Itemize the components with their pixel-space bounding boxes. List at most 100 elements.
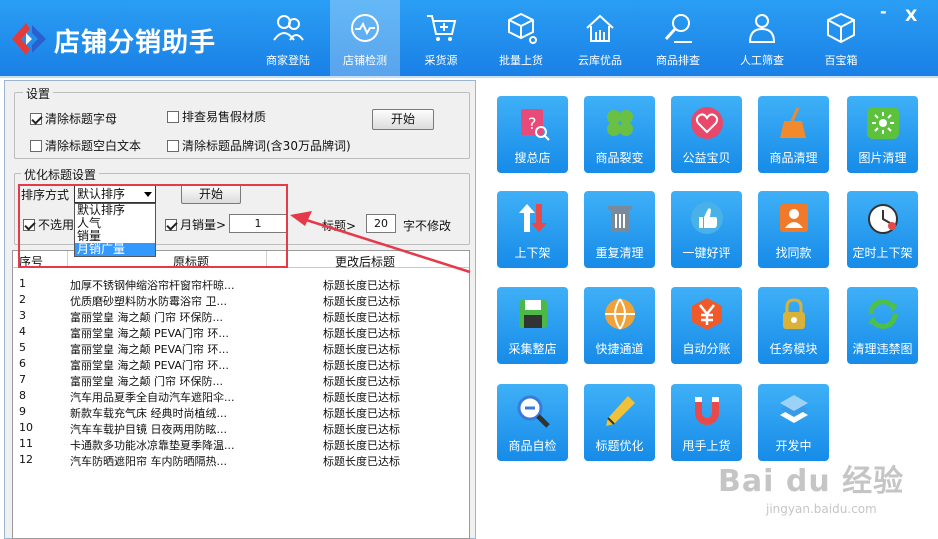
top-bar: 店铺分销助手 商家登陆 店铺检测 采货源 批量上货 云库优品 商品排查 人工筛查… xyxy=(0,0,938,76)
tile-label: 上下架 xyxy=(514,246,551,260)
users-icon xyxy=(273,15,304,41)
lock-icon xyxy=(782,298,805,329)
trash-icon xyxy=(607,206,632,232)
tile-clock[interactable]: 定时上下架 xyxy=(847,191,918,268)
checked-box-icon xyxy=(30,113,42,125)
box-icon xyxy=(827,12,855,44)
close-button[interactable]: X xyxy=(905,6,917,25)
nav-cloud-products[interactable]: 云库优品 xyxy=(565,0,635,76)
unchecked-box-icon xyxy=(167,140,179,152)
broom-icon xyxy=(779,107,806,138)
nav-manual-screening[interactable]: 人工筛查 xyxy=(727,0,797,76)
clover-icon xyxy=(606,110,633,136)
cube-network-icon xyxy=(508,12,537,44)
tile-label: 找同款 xyxy=(775,246,812,260)
remove-title-chars-checkbox[interactable]: 清除标题字母 xyxy=(30,110,117,127)
pencil-icon xyxy=(605,396,635,426)
monitor-check-icon xyxy=(351,14,379,42)
title-table: 序号 原标题 更改后标题 1 加厚不锈钢伸缩浴帘杆窗帘杆晾... 标题长度已达标 2… xyxy=(12,250,470,539)
table-row[interactable]: 8 汽车用品夏季全自动汽车遮阳伞... 标题长度已达标 xyxy=(13,388,469,404)
table-row[interactable]: 3 富丽堂皇 海之颠 门帘 环保防... 标题长度已达标 xyxy=(13,308,469,324)
table-row[interactable]: 4 富丽堂皇 海之颠 PEVA门帘 环... 标题长度已达标 xyxy=(13,324,469,340)
tile-clover[interactable]: 商品裂变 xyxy=(584,96,655,173)
table-row[interactable]: 11 卡通款多功能冰凉靠垫夏季降温... 标题长度已达标 xyxy=(13,436,469,452)
toolbar-divider xyxy=(0,76,938,78)
tile-label: 重复清理 xyxy=(595,246,644,260)
tile-trash[interactable]: 重复清理 xyxy=(584,191,655,268)
tile-label: 快捷通道 xyxy=(595,342,644,356)
table-row[interactable]: 5 富丽堂皇 海之颠 PEVA门帘 环... 标题长度已达标 xyxy=(13,340,469,356)
tile-yen[interactable]: 自动分账 xyxy=(671,287,742,364)
minimize-button[interactable]: - xyxy=(880,2,887,21)
check-fake-material-checkbox[interactable]: 排查易售假材质 xyxy=(167,108,266,125)
tile-lock[interactable]: 任务模块 xyxy=(758,287,829,364)
settings-legend: 设置 xyxy=(23,85,54,102)
tile-label: 自动分账 xyxy=(682,342,731,356)
tile-broom[interactable]: 商品清理 xyxy=(758,96,829,173)
tile-heart[interactable]: 公益宝贝 xyxy=(671,96,742,173)
magnet-icon xyxy=(694,397,719,425)
sparkle-icon xyxy=(866,107,899,139)
tile-thumbs-up[interactable]: 一键好评 xyxy=(671,191,742,268)
tile-search-store[interactable]: ? 搜总店 xyxy=(497,96,568,173)
table-row[interactable]: 12 汽车防晒遮阳帘 车内防晒隔热... 标题长度已达标 xyxy=(13,452,469,468)
tile-label: 标题优化 xyxy=(595,439,644,453)
nav-merchant-login[interactable]: 商家登陆 xyxy=(253,0,323,76)
yen-icon xyxy=(691,298,722,330)
tile-magnet[interactable]: 甩手上货 xyxy=(671,384,742,461)
optimize-legend: 优化标题设置 xyxy=(21,166,100,183)
annotation-highlight-box xyxy=(18,184,288,268)
unchecked-box-icon xyxy=(167,111,179,123)
thumbs-up-icon xyxy=(690,202,723,234)
header-new-title: 更改后标题 xyxy=(335,255,396,269)
tile-find-same[interactable]: 找同款 xyxy=(758,191,829,268)
nav-product-check[interactable]: 商品排查 xyxy=(643,0,713,76)
table-row[interactable]: 2 优质磨砂塑料防水防霉浴帘 卫... 标题长度已达标 xyxy=(13,292,469,308)
nav-batch-upload[interactable]: 批量上货 xyxy=(486,0,556,76)
cloud-house-icon xyxy=(586,14,614,42)
nav-store-check[interactable]: 店铺检测 xyxy=(330,0,400,76)
svg-text:?: ? xyxy=(528,114,537,133)
tile-label: 采集整店 xyxy=(508,342,557,356)
tile-label: 开发中 xyxy=(775,439,812,453)
tile-label: 搜总店 xyxy=(514,151,551,165)
person-icon xyxy=(748,14,776,43)
search-person-icon xyxy=(664,14,692,43)
nav-toolbox[interactable]: 百宝箱 xyxy=(806,0,876,76)
layers-icon xyxy=(779,395,808,423)
tile-globe[interactable]: 快捷通道 xyxy=(584,287,655,364)
no-modify-label: 字不修改 xyxy=(403,219,452,233)
tile-label: 商品裂变 xyxy=(595,151,644,165)
tile-layers[interactable]: 开发中 xyxy=(758,384,829,461)
up-down-arrows-icon xyxy=(518,204,547,232)
search-store-icon: ? xyxy=(520,109,550,141)
globe-icon xyxy=(604,298,635,330)
tile-label: 图片清理 xyxy=(858,151,907,165)
table-row[interactable]: 9 新款车载充气床 经典时尚植绒... 标题长度已达标 xyxy=(13,404,469,420)
tile-label: 商品清理 xyxy=(769,151,818,165)
app-logo-icon xyxy=(12,23,46,55)
tile-refresh[interactable]: 清理违禁图 xyxy=(847,287,918,364)
table-row[interactable]: 10 汽车车载护目镜 日夜两用防眩... 标题长度已达标 xyxy=(13,420,469,436)
find-same-icon xyxy=(779,204,808,232)
table-row[interactable]: 1 加厚不锈钢伸缩浴帘杆窗帘杆晾... 标题长度已达标 xyxy=(13,276,469,292)
table-row[interactable]: 7 富丽堂皇 海之颠 门帘 环保防... 标题长度已达标 xyxy=(13,372,469,388)
save-disk-icon xyxy=(518,300,547,328)
remove-title-spaces-checkbox[interactable]: 清除标题空白文本 xyxy=(30,137,141,154)
tile-magnifier[interactable]: 商品自检 xyxy=(497,384,568,461)
nav-source-goods[interactable]: 采货源 xyxy=(406,0,476,76)
watermark-brand: Bai du 经验 xyxy=(718,464,905,499)
clock-icon xyxy=(867,204,898,234)
title-length-input[interactable]: 20 xyxy=(366,214,396,233)
table-row[interactable]: 6 富丽堂皇 海之颠 PEVA门帘 环... 标题长度已达标 xyxy=(13,356,469,372)
settings-start-button[interactable]: 开始 xyxy=(372,109,434,130)
remove-brand-words-checkbox[interactable]: 清除标题品牌词(含30万品牌词) xyxy=(167,137,351,154)
tile-sparkle[interactable]: 图片清理 xyxy=(847,96,918,173)
tile-label: 任务模块 xyxy=(769,342,818,356)
refresh-icon xyxy=(867,299,898,329)
unchecked-box-icon xyxy=(30,140,42,152)
tile-pencil[interactable]: 标题优化 xyxy=(584,384,655,461)
tile-save-disk[interactable]: 采集整店 xyxy=(497,287,568,364)
cart-plus-icon xyxy=(427,15,457,41)
tile-up-down-arrows[interactable]: 上下架 xyxy=(497,191,568,268)
